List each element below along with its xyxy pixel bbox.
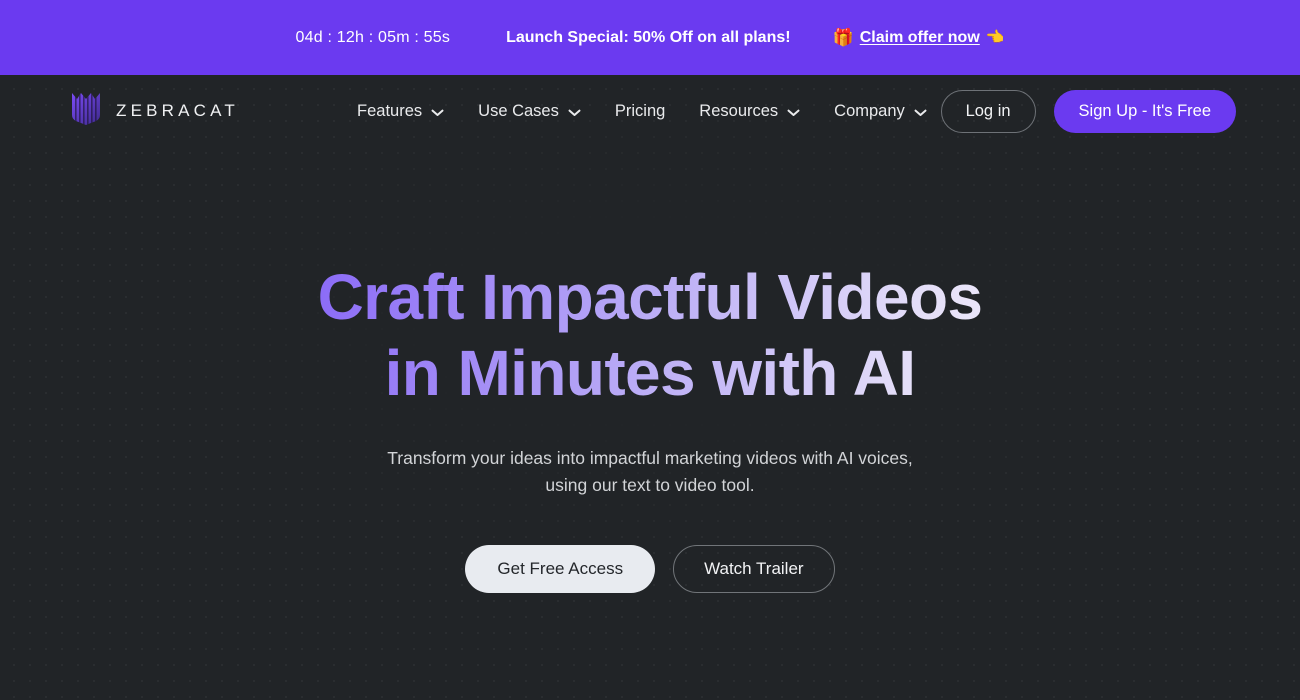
nav-links: Features Use Cases Pricing Resources Com… xyxy=(357,101,927,122)
nav-item-pricing[interactable]: Pricing xyxy=(615,102,665,121)
signup-button[interactable]: Sign Up - It's Free xyxy=(1053,89,1236,133)
nav-item-resources[interactable]: Resources xyxy=(699,101,800,122)
nav-actions: Log in Sign Up - It's Free xyxy=(940,89,1236,133)
chevron-down-icon xyxy=(431,103,444,122)
promo-message: Launch Special: 50% Off on all plans! xyxy=(506,28,791,46)
brand-wordmark: ZEBRACAT xyxy=(116,101,240,120)
chevron-down-icon xyxy=(787,103,800,122)
page-title-line-2: in Minutes with AI xyxy=(384,337,916,409)
nav-item-use-cases-label: Use Cases xyxy=(478,101,559,120)
brand-logo[interactable]: ZEBRACAT xyxy=(72,92,240,130)
promo-banner: 04d : 12h : 05m : 55s Launch Special: 50… xyxy=(0,0,1300,75)
nav-item-features[interactable]: Features xyxy=(357,101,444,122)
hero-subtitle-line-1: Transform your ideas into impactful mark… xyxy=(387,448,913,468)
main-navbar: ZEBRACAT Features Use Cases Pricing Reso… xyxy=(0,75,1300,147)
hero-subtitle-line-2: using our text to video tool. xyxy=(545,475,755,495)
watch-trailer-button[interactable]: Watch Trailer xyxy=(673,545,835,593)
promo-banner-content: 04d : 12h : 05m : 55s Launch Special: 50… xyxy=(296,29,1005,47)
zebracat-logo-icon xyxy=(72,92,100,130)
hero-section: ZEBRACAT Features Use Cases Pricing Reso… xyxy=(0,75,1300,700)
page-title: Craft Impactful Videos in Minutes with A… xyxy=(0,259,1300,411)
hero-cta-group: Get Free Access Watch Trailer xyxy=(0,545,1300,593)
nav-item-pricing-label: Pricing xyxy=(614,101,666,120)
page-title-line-1: Craft Impactful Videos xyxy=(317,261,983,333)
gift-icon: 🎁 xyxy=(832,28,854,47)
countdown-timer: 04d : 12h : 05m : 55s xyxy=(295,28,451,46)
hero-subtitle: Transform your ideas into impactful mark… xyxy=(0,445,1300,499)
claim-offer-cta[interactable]: 🎁 Claim offer now 👈 xyxy=(833,29,1005,47)
login-button[interactable]: Log in xyxy=(940,89,1036,133)
chevron-down-icon xyxy=(914,103,927,122)
chevron-down-icon xyxy=(568,103,581,122)
claim-offer-link[interactable]: Claim offer now xyxy=(860,29,980,47)
pointing-hand-icon: 👈 xyxy=(985,29,1005,46)
nav-item-features-label: Features xyxy=(357,101,423,120)
nav-item-company-label: Company xyxy=(834,101,905,120)
hero-content: Craft Impactful Videos in Minutes with A… xyxy=(0,147,1300,593)
nav-item-company[interactable]: Company xyxy=(834,101,927,122)
nav-item-resources-label: Resources xyxy=(699,101,779,120)
nav-item-use-cases[interactable]: Use Cases xyxy=(478,101,581,122)
get-free-access-button[interactable]: Get Free Access xyxy=(465,545,656,593)
